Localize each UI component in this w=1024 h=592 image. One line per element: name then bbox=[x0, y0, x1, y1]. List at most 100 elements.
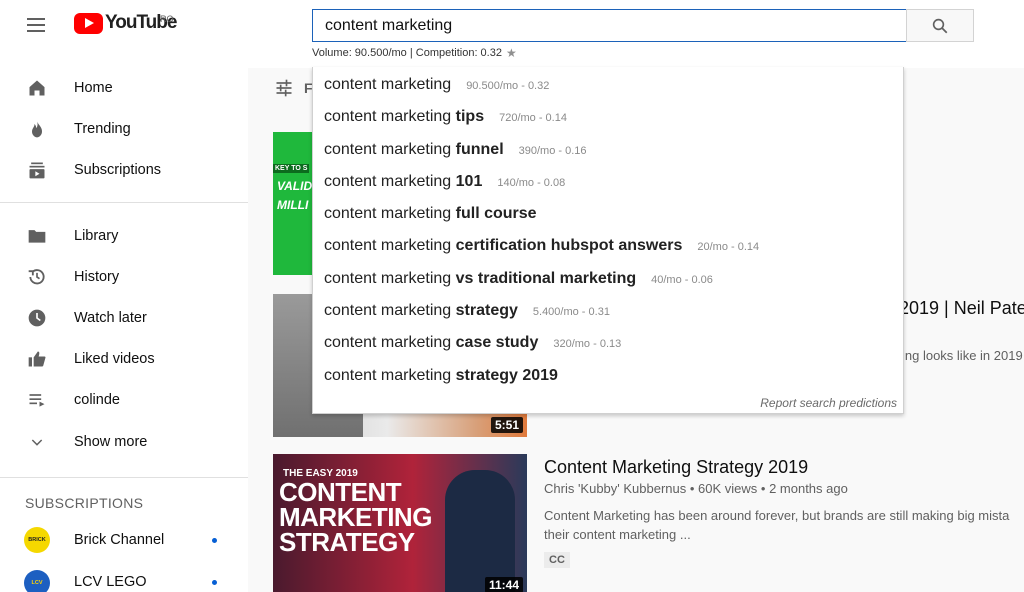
suggestion-completion: strategy bbox=[455, 302, 518, 319]
suggestion-item[interactable]: content marketing strategy 2019 bbox=[324, 367, 573, 395]
sidebar-item-subscriptions[interactable]: Subscriptions bbox=[0, 150, 248, 190]
sidebar-item-label: Liked videos bbox=[74, 351, 155, 367]
video-meta: Chris 'Kubby' Kubbernus • 60K views • 2 … bbox=[544, 481, 848, 496]
sidebar-item-label: Subscriptions bbox=[74, 162, 162, 178]
sidebar-item-label: Home bbox=[74, 80, 113, 96]
thumbnail-text: VALID bbox=[277, 179, 313, 193]
suggestion-completion: 101 bbox=[455, 173, 483, 190]
sidebar-item-label: Trending bbox=[74, 121, 131, 137]
sidebar-item-trending[interactable]: Trending bbox=[0, 109, 248, 149]
video-duration: 11:44 bbox=[484, 577, 523, 592]
thumbnail-line: STRATEGY bbox=[279, 527, 415, 557]
suggestion-item[interactable]: content marketing 101 140/mo - 0.08 bbox=[324, 173, 565, 201]
suggestion-text: content marketing bbox=[324, 367, 452, 384]
cc-badge: CC bbox=[544, 552, 570, 568]
suggestion-completion: funnel bbox=[455, 141, 504, 158]
thumbnail-text: KEY TO S bbox=[273, 164, 310, 173]
sidebar-item-label: History bbox=[74, 269, 120, 285]
video-title[interactable]: Content Marketing Strategy 2019 bbox=[544, 457, 808, 478]
suggestion-text: content marketing bbox=[324, 205, 452, 222]
suggestion-stats: 5.400/mo - 0.31 bbox=[532, 306, 610, 318]
keyword-stats-text: Volume: 90.500/mo | Competition: 0.32 bbox=[312, 47, 502, 59]
sidebar-divider bbox=[0, 477, 248, 478]
suggestion-stats: 90.500/mo - 0.32 bbox=[466, 80, 550, 92]
suggestion-completion: certification hubspot answers bbox=[455, 237, 683, 254]
sidebar-item-label: colinde bbox=[74, 392, 120, 408]
star-icon[interactable]: ★ bbox=[506, 46, 517, 60]
sidebar-divider bbox=[0, 202, 248, 203]
suggestion-stats: 40/mo - 0.06 bbox=[651, 274, 713, 286]
play-logo-icon bbox=[74, 12, 103, 34]
search-button[interactable] bbox=[906, 9, 974, 42]
keyword-stats: Volume: 90.500/mo | Competition: 0.32 ★ bbox=[312, 46, 517, 60]
new-content-dot bbox=[212, 538, 217, 543]
suggestion-stats: 390/mo - 0.16 bbox=[518, 145, 587, 157]
top-header: YouTube RO Volume: 90.500/mo | Competiti… bbox=[0, 0, 1024, 68]
suggestion-text: content marketing bbox=[324, 76, 452, 93]
suggestion-completion: tips bbox=[455, 108, 485, 125]
sidebar-item-label: Watch later bbox=[74, 310, 147, 326]
suggestion-completion: case study bbox=[455, 334, 539, 351]
suggestion-text: content marketing bbox=[324, 108, 452, 125]
sidebar-item-watch-later[interactable]: Watch later bbox=[0, 298, 248, 338]
search-icon bbox=[932, 18, 948, 33]
suggestion-text: content marketing bbox=[324, 141, 452, 158]
history-icon bbox=[26, 266, 48, 288]
suggestion-item[interactable]: content marketing tips 720/mo - 0.14 bbox=[324, 108, 567, 136]
suggestion-item[interactable]: content marketing strategy 5.400/mo - 0.3… bbox=[324, 302, 610, 330]
suggestion-completion: strategy 2019 bbox=[455, 367, 558, 384]
video-description: Content Marketing has been around foreve… bbox=[544, 508, 1010, 542]
sidebar-item-library[interactable]: Library bbox=[0, 216, 248, 256]
suggestion-item[interactable]: content marketing case study 320/mo - 0.1… bbox=[324, 334, 621, 362]
avatar: BRICK bbox=[24, 527, 50, 553]
suggestion-text: content marketing bbox=[324, 270, 452, 287]
filter-button[interactable]: F bbox=[274, 78, 313, 98]
sidebar-item-show-more[interactable]: Show more bbox=[0, 422, 248, 462]
watch-later-icon bbox=[26, 307, 48, 329]
sidebar-item-colinde[interactable]: colinde bbox=[0, 380, 248, 420]
library-icon bbox=[26, 225, 48, 247]
subscription-item-brick-channel[interactable]: BRICK Brick Channel bbox=[0, 520, 248, 560]
suggestion-stats: 140/mo - 0.08 bbox=[497, 177, 566, 189]
subscriptions-icon bbox=[26, 159, 48, 181]
sidebar-item-liked-videos[interactable]: Liked videos bbox=[0, 339, 248, 379]
suggestion-item[interactable]: content marketing certification hubspot … bbox=[324, 237, 759, 265]
search-box[interactable] bbox=[312, 9, 907, 42]
thumbnail-person bbox=[445, 470, 515, 592]
suggestion-stats: 320/mo - 0.13 bbox=[553, 338, 622, 350]
suggestion-item[interactable]: content marketing 90.500/mo - 0.32 bbox=[324, 76, 549, 104]
suggestion-stats: 720/mo - 0.14 bbox=[499, 112, 567, 124]
avatar: LCV bbox=[24, 570, 50, 592]
country-code: RO bbox=[160, 14, 174, 24]
liked-videos-icon bbox=[26, 348, 48, 370]
suggestion-item[interactable]: content marketing funnel 390/mo - 0.16 bbox=[324, 141, 587, 169]
sidebar-item-history[interactable]: History bbox=[0, 257, 248, 297]
video-thumbnail[interactable]: THE EASY 2019 CONTENT MARKETING STRATEGY… bbox=[273, 454, 527, 592]
suggestion-text: content marketing bbox=[324, 173, 452, 190]
suggestion-completion: full course bbox=[455, 205, 537, 222]
subscription-name: Brick Channel bbox=[74, 532, 165, 548]
sidebar-item-home[interactable]: Home bbox=[0, 68, 248, 108]
menu-icon[interactable] bbox=[24, 14, 48, 38]
search-input[interactable] bbox=[313, 10, 906, 41]
filter-icon bbox=[276, 79, 292, 97]
video-title[interactable]: 2019 | Neil Pate bbox=[899, 298, 1024, 319]
subscriptions-heading: SUBSCRIPTIONS bbox=[25, 495, 144, 511]
report-predictions-link[interactable]: Report search predictions bbox=[760, 396, 897, 410]
suggestion-stats: 20/mo - 0.14 bbox=[697, 241, 760, 253]
new-content-dot bbox=[212, 580, 217, 585]
suggestion-item[interactable]: content marketing vs traditional marketi… bbox=[324, 270, 713, 298]
subscription-name: LCV LEGO bbox=[74, 574, 147, 590]
sidebar-item-label: Library bbox=[74, 228, 119, 244]
suggestion-item[interactable]: content marketing full course bbox=[324, 205, 552, 233]
subscription-item-lcv-lego[interactable]: LCV LCV LEGO bbox=[0, 562, 248, 592]
trending-icon bbox=[26, 118, 48, 140]
sidebar: Home Trending Subscriptions Library Hist… bbox=[0, 68, 248, 592]
thumbnail-text: MILLI bbox=[277, 198, 309, 212]
thumbnail-headline: CONTENT MARKETING STRATEGY bbox=[279, 479, 432, 557]
video-duration: 5:51 bbox=[490, 417, 523, 433]
playlist-icon bbox=[26, 389, 48, 411]
suggestion-completion: vs traditional marketing bbox=[455, 270, 637, 287]
sidebar-item-label: Show more bbox=[74, 434, 148, 450]
search-suggestions: content marketing 90.500/mo - 0.32 conten… bbox=[312, 67, 904, 414]
